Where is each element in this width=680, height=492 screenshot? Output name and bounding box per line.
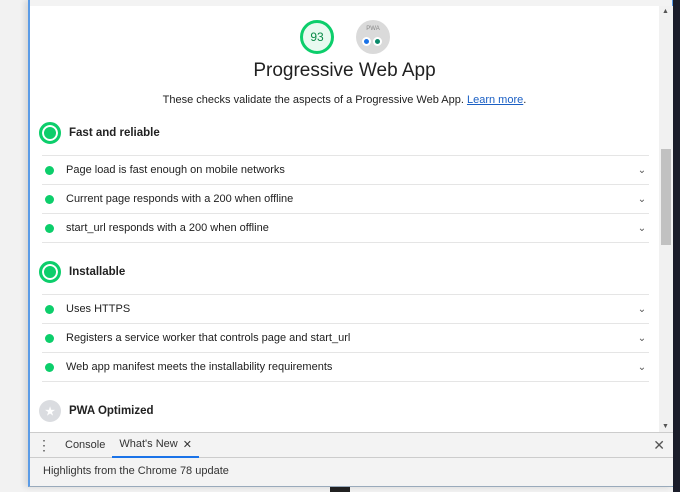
tab-label: What's New [119, 438, 178, 450]
chevron-down-icon: ⌄ [637, 193, 647, 205]
whats-new-highlight: Highlights from the Chrome 78 update [43, 465, 229, 477]
pwa-badge[interactable]: PWA [356, 20, 390, 54]
background-window [673, 0, 680, 492]
tab-console[interactable]: Console [58, 433, 112, 458]
close-drawer-icon[interactable]: ✕ [653, 437, 665, 454]
more-menu-icon[interactable]: ⋮ [30, 437, 58, 454]
audit-row[interactable]: Web app manifest meets the installabilit… [42, 353, 649, 382]
pwa-label: PWA [366, 26, 380, 32]
group-title: PWA Optimized [69, 405, 154, 417]
background-window [330, 487, 350, 492]
devtools-window: 93 PWA Progressive Web App These checks … [28, 0, 673, 487]
chevron-down-icon: ⌄ [637, 164, 647, 176]
pass-icon [45, 333, 54, 343]
lightning-icon: ϟ [39, 122, 61, 144]
tab-whats-new[interactable]: What's New ✕ [112, 433, 199, 458]
audit-title: Web app manifest meets the installabilit… [66, 361, 333, 373]
scroll-up-arrow[interactable]: ▲ [662, 8, 669, 15]
audit-row[interactable]: Current page responds with a 200 when of… [42, 185, 649, 214]
description-text: These checks validate the aspects of a P… [162, 94, 464, 106]
audit-title: Current page responds with a 200 when of… [66, 193, 294, 205]
audit-row[interactable]: Registers a service worker that controls… [42, 324, 649, 353]
chevron-down-icon: ⌄ [637, 361, 647, 373]
pass-icon [45, 304, 54, 314]
pass-icon [45, 362, 54, 372]
star-icon: ★ [39, 400, 61, 422]
audit-row[interactable]: Page load is fast enough on mobile netwo… [42, 156, 649, 185]
group-installable: + Installable Uses HTTPS ⌄ Registers a ser… [39, 259, 649, 382]
category-title: Progressive Web App [253, 60, 436, 81]
scrollbar[interactable]: ▲ ▼ [659, 6, 673, 432]
devtools-drawer: ⋮ Console What's New ✕ ✕ Highlights from … [30, 432, 673, 486]
category-description: These checks validate the aspects of a P… [30, 94, 659, 106]
audit-row[interactable]: Uses HTTPS ⌄ [42, 295, 649, 324]
group-title: Installable [69, 266, 126, 278]
learn-more-link[interactable]: Learn more [467, 94, 523, 106]
period: . [523, 94, 527, 106]
audit-row[interactable]: start_url responds with a 200 when offli… [42, 214, 649, 243]
group-title: Fast and reliable [69, 127, 160, 139]
pass-icon [45, 223, 54, 233]
close-tab-icon[interactable]: ✕ [183, 438, 192, 451]
plus-icon: + [39, 261, 61, 283]
chevron-down-icon: ⌄ [637, 222, 647, 234]
chevron-down-icon: ⌄ [637, 332, 647, 344]
scroll-down-arrow[interactable]: ▼ [662, 423, 669, 430]
audit-title: start_url responds with a 200 when offli… [66, 222, 269, 234]
installable-badge-icon [362, 37, 371, 46]
chevron-down-icon: ⌄ [637, 303, 647, 315]
pass-icon [45, 194, 54, 204]
scrollbar-thumb[interactable] [661, 149, 671, 245]
audit-title: Uses HTTPS [66, 303, 131, 315]
audit-title: Page load is fast enough on mobile netwo… [66, 164, 285, 176]
lighthouse-report: 93 PWA Progressive Web App These checks … [30, 6, 659, 432]
group-pwa-optimized: ★ PWA Optimized [39, 398, 649, 424]
group-fast-reliable: ϟ Fast and reliable Page load is fast eno… [39, 120, 649, 243]
performance-gauge[interactable]: 93 [300, 20, 334, 54]
score-gauges: 93 PWA [300, 20, 390, 54]
audit-title: Registers a service worker that controls… [66, 332, 351, 344]
optimized-badge-icon [373, 37, 382, 46]
pass-icon [45, 165, 54, 175]
